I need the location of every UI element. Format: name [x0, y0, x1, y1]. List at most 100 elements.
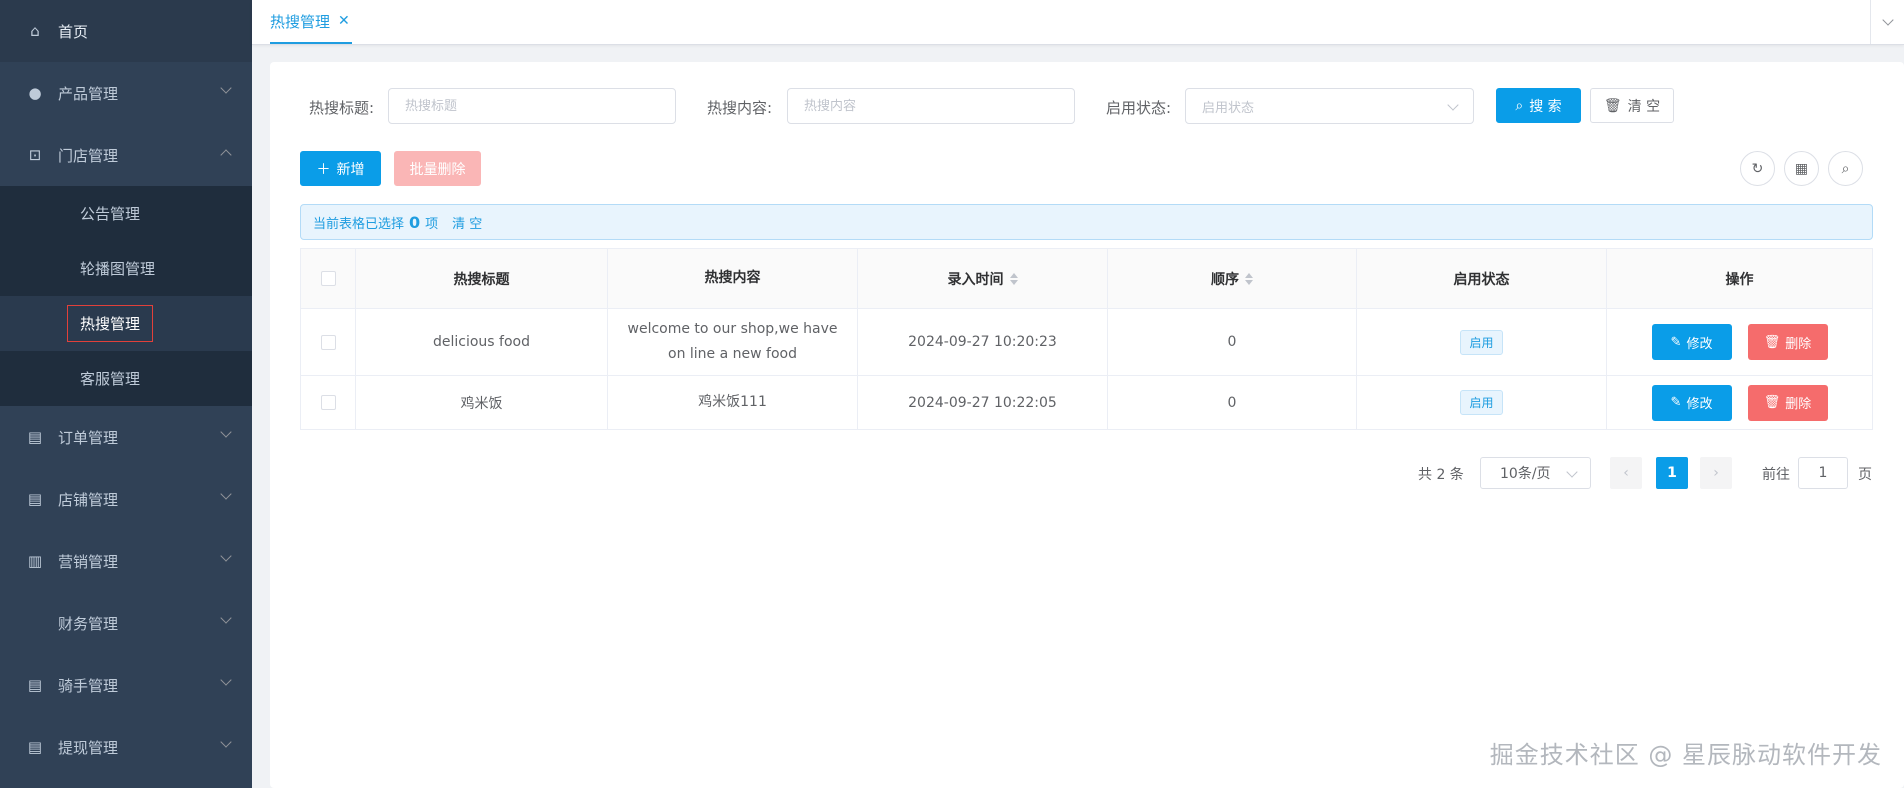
sidebar-item-finance[interactable]: 财务管理 [0, 592, 252, 654]
cell-time: 2024-09-27 10:22:05 [858, 376, 1108, 429]
edit-button[interactable]: ✎ 修改 [1651, 384, 1732, 421]
chevron-down-icon [220, 426, 232, 438]
row-checkbox[interactable] [320, 395, 336, 410]
cell-title: delicious food [356, 309, 608, 375]
sort-icon[interactable] [1245, 272, 1253, 285]
submenu-item-label: 公告管理 [80, 205, 141, 223]
table-row: delicious food welcome to our shop,we ha… [301, 309, 1872, 376]
column-header: 启用状态 [1357, 249, 1607, 308]
chevron-down-icon [220, 488, 232, 500]
sidebar-item-label: 门店管理 [58, 146, 119, 165]
submenu-item-carousel[interactable]: 轮播图管理 [0, 241, 252, 296]
selection-prefix: 当前表格已选择 [313, 216, 405, 232]
sidebar-item-shops[interactable]: ▤ 店铺管理 [0, 468, 252, 530]
sidebar-item-label: 营销管理 [58, 552, 119, 571]
delete-button[interactable]: 🗑 删除 [1747, 324, 1828, 360]
page-size-select[interactable]: 10条/页 [1480, 457, 1591, 489]
status-filter-placeholder: 启用状态 [1202, 100, 1255, 116]
chevron-down-icon [1566, 466, 1578, 478]
submenu-item-label: 热搜管理 [67, 305, 154, 342]
submenu-item-announcements[interactable]: 公告管理 [0, 186, 252, 241]
sidebar-item-stores[interactable]: ⊡ 门店管理 [0, 124, 252, 186]
select-all-checkbox[interactable] [320, 271, 336, 286]
sidebar-item-label: 提现管理 [58, 738, 119, 757]
trash-icon: 🗑 [1603, 97, 1622, 114]
chevron-down-icon [220, 674, 232, 686]
grid-icon: ▦ [1794, 160, 1809, 177]
table-row: 鸡米饭 鸡米饭111 2024-09-27 10:22:05 0 启用 ✎ 修改 … [301, 376, 1872, 429]
sidebar-item-orders[interactable]: ▤ 订单管理 [0, 406, 252, 468]
title-filter-label: 热搜标题: [309, 99, 375, 117]
sidebar-item-withdrawals[interactable]: ▤ 提现管理 [0, 716, 252, 778]
chevron-up-icon [220, 149, 232, 161]
refresh-icon: ↻ [1751, 160, 1764, 177]
search-icon: ⌕ [1515, 97, 1524, 114]
columns-button[interactable]: ▦ [1784, 151, 1819, 186]
chevron-down-icon [1881, 14, 1894, 26]
toggle-search-button[interactable]: ⌕ [1828, 151, 1863, 186]
chevron-down-icon [220, 82, 232, 94]
clear-button[interactable]: 🗑 清 空 [1590, 88, 1674, 123]
chevron-down-icon [220, 550, 232, 562]
search-button-label: 搜 索 [1529, 98, 1562, 115]
search-icon: ⌕ [1841, 160, 1850, 177]
watermark: 掘金技术社区 @ 星辰脉动软件开发 [1489, 741, 1882, 769]
delete-button[interactable]: 🗑 删除 [1747, 384, 1828, 421]
content-filter-input[interactable] [787, 88, 1075, 124]
sidebar-item-products[interactable]: ● 产品管理 [0, 62, 252, 124]
cell-actions: ✎ 修改 🗑 删除 [1607, 376, 1872, 429]
row-checkbox[interactable] [320, 334, 336, 350]
sidebar-item-label: 产品管理 [58, 84, 119, 103]
edit-button[interactable]: ✎ 修改 [1651, 324, 1732, 360]
sidebar-item-riders[interactable]: ▤ 骑手管理 [0, 654, 252, 716]
sidebar-item-label: 订单管理 [58, 428, 119, 447]
batch-delete-label: 批量删除 [409, 161, 466, 178]
chevron-right-icon: › [1713, 465, 1719, 481]
trash-icon: 🗑 [1763, 334, 1781, 350]
sidebar-item-home[interactable]: ⌂ 首页 [0, 0, 252, 62]
column-header-sortable[interactable]: 顺序 [1108, 249, 1357, 308]
prev-page-button[interactable]: ‹ [1610, 457, 1642, 489]
cell-content: 鸡米饭111 [608, 376, 858, 429]
column-header-label: 顺序 [1211, 271, 1239, 288]
header-select-cell [301, 249, 356, 308]
sidebar-item-marketing[interactable]: ▥ 营销管理 [0, 530, 252, 592]
document-icon: ▤ [27, 428, 43, 446]
status-badge: 启用 [1460, 329, 1503, 355]
selection-suffix: 项 [425, 216, 439, 232]
chevron-down-icon [220, 736, 232, 748]
goto-page-input[interactable] [1798, 457, 1848, 489]
title-filter-input[interactable] [388, 88, 676, 124]
sidebar-item-label: 财务管理 [58, 614, 119, 633]
delete-label: 删除 [1785, 397, 1812, 412]
column-header: 热搜标题 [356, 249, 608, 308]
edit-icon: ✎ [1670, 334, 1682, 350]
column-header-sortable[interactable]: 录入时间 [858, 249, 1108, 308]
row-select-cell [301, 309, 356, 375]
next-page-button[interactable]: › [1700, 457, 1732, 489]
home-icon: ⌂ [30, 22, 40, 40]
batch-delete-button[interactable]: 批量删除 [394, 151, 481, 186]
clear-button-label: 清 空 [1627, 98, 1661, 115]
refresh-button[interactable]: ↻ [1740, 151, 1775, 186]
sort-icon[interactable] [1009, 272, 1018, 285]
store-submenu: 公告管理 轮播图管理 热搜管理 客服管理 [0, 186, 252, 406]
page-number-current[interactable]: 1 [1656, 457, 1688, 489]
sidebar: ⌂ 首页 ● 产品管理 ⊡ 门店管理 公告管理 轮播图管理 热搜管理 客服管理 … [0, 0, 252, 788]
tab-hot-search[interactable]: 热搜管理 ✕ [270, 0, 352, 44]
submenu-item-customer-service[interactable]: 客服管理 [0, 351, 252, 406]
submenu-item-hot-search[interactable]: 热搜管理 [0, 296, 252, 351]
close-icon[interactable]: ✕ [338, 13, 350, 29]
chevron-down-icon [1447, 99, 1459, 111]
sidebar-item-label: 首页 [58, 22, 89, 41]
cell-status: 启用 [1357, 309, 1607, 375]
add-button[interactable]: ＋ 新增 [300, 151, 381, 186]
status-filter-select[interactable]: 启用状态 [1185, 88, 1474, 124]
search-button[interactable]: ⌕ 搜 索 [1496, 88, 1581, 123]
clear-selection-link[interactable]: 清 空 [452, 213, 482, 232]
tab-dropdown-button[interactable] [1870, 0, 1904, 44]
sidebar-item-label: 骑手管理 [58, 676, 119, 695]
chevron-down-icon [220, 612, 232, 624]
page-suffix-label: 页 [1858, 467, 1872, 483]
status-filter-label: 启用状态: [1106, 99, 1172, 117]
